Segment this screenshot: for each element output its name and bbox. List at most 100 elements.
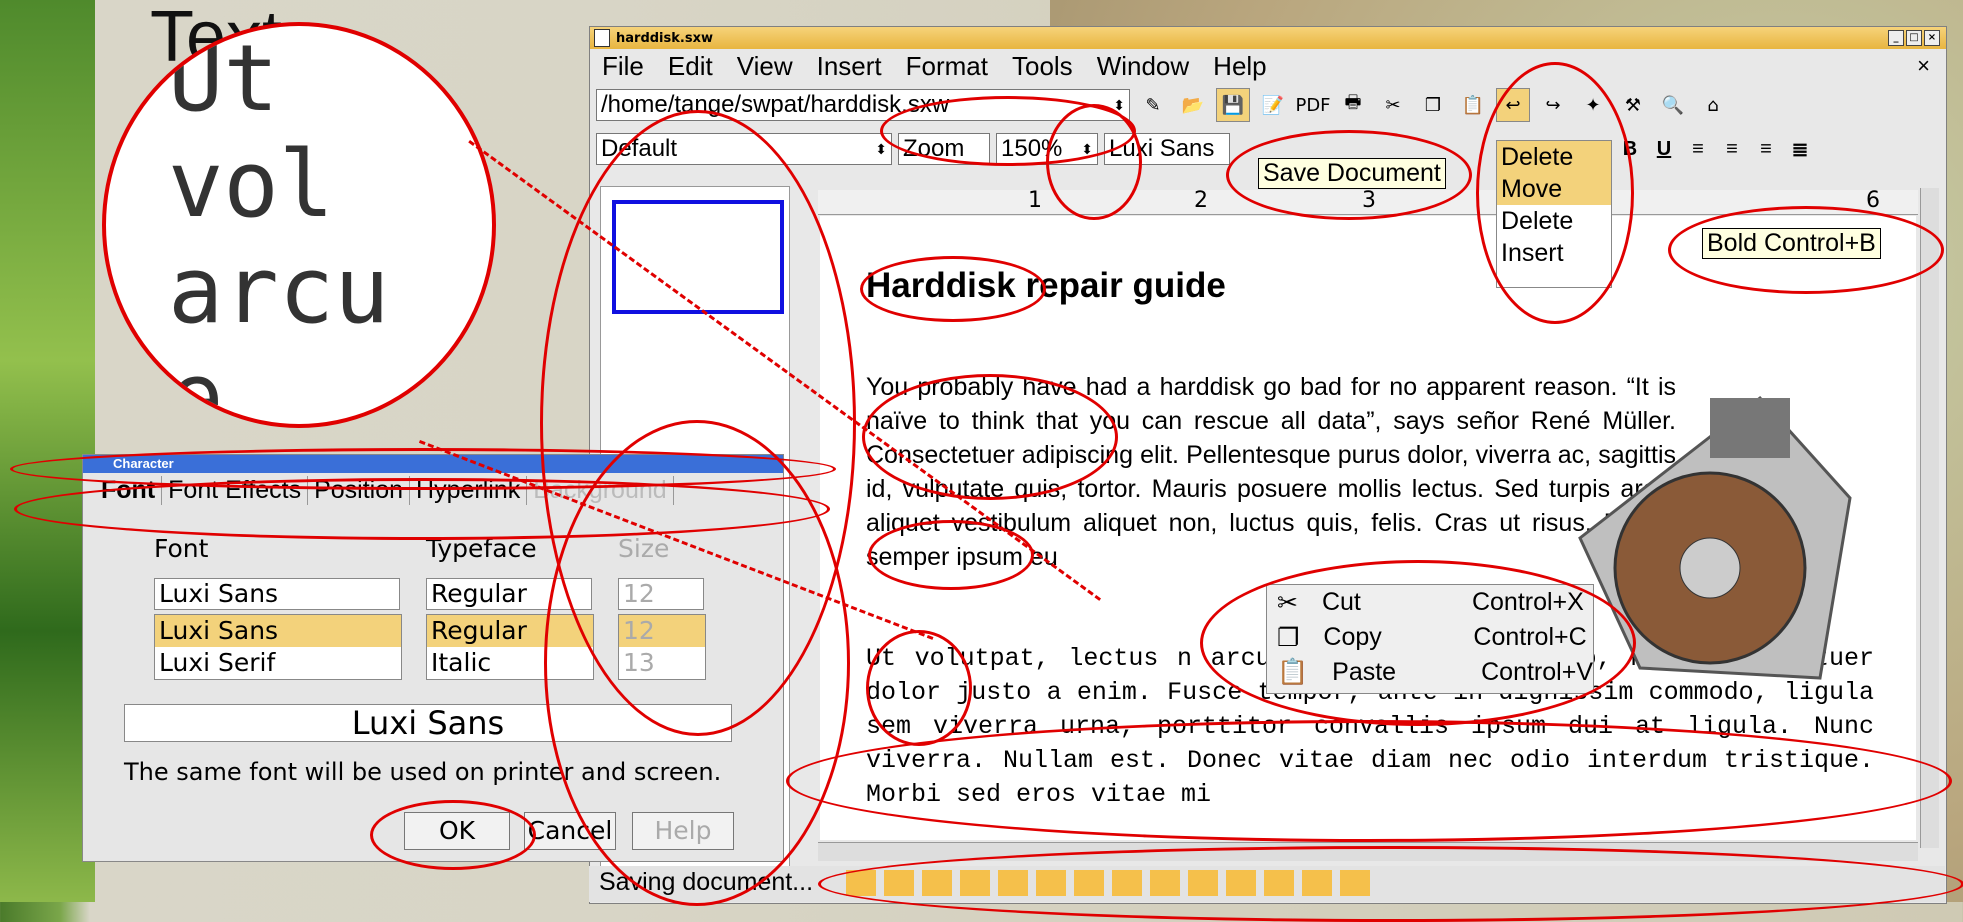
tab-hyperlink[interactable]: Hyperlink [410, 475, 528, 505]
cancel-button[interactable]: Cancel [524, 812, 616, 850]
undo-icon[interactable]: ↩ [1496, 88, 1530, 122]
align-left-icon[interactable]: ≡ [1684, 134, 1712, 164]
paste-icon: 📋 [1277, 658, 1309, 686]
tools-icon[interactable]: ⚒ [1616, 88, 1650, 122]
gallery-icon[interactable]: ⌂ [1696, 88, 1730, 122]
context-copy[interactable]: ❐ Copy Control+C [1267, 620, 1593, 655]
zoom-combo[interactable]: 150% ⬍ [996, 133, 1098, 165]
window-titlebar[interactable]: harddisk.sxw _ □ × [590, 27, 1946, 49]
list-item[interactable]: Italic [427, 647, 593, 679]
tab-position[interactable]: Position [308, 475, 411, 505]
typeface-label: Typeface [426, 534, 537, 563]
font-value: Luxi Sans [1109, 135, 1215, 162]
close-document-icon[interactable]: × [1917, 53, 1930, 79]
list-item[interactable]: 13 [619, 647, 705, 679]
cut-icon[interactable]: ✂ [1376, 88, 1410, 122]
copy-icon[interactable]: ❐ [1416, 88, 1450, 122]
menu-insert[interactable]: Insert [805, 51, 894, 82]
font-preview: Luxi Sans [124, 704, 732, 742]
context-shortcut: Control+X [1471, 588, 1584, 616]
vertical-scrollbar[interactable] [1920, 188, 1939, 848]
zoom-label-combo[interactable]: Zoom [898, 133, 990, 165]
paste-icon[interactable]: 📋 [1456, 88, 1490, 122]
horizontal-ruler[interactable]: 1 2 3 6 [818, 188, 1918, 215]
menu-file[interactable]: File [590, 51, 656, 82]
print-icon[interactable]: 🖶 [1336, 88, 1370, 122]
ok-button[interactable]: OK [404, 812, 510, 850]
zoom-magnifier: Ut vol arcu e dolor [102, 22, 496, 428]
zoom-value: 150% [1001, 135, 1063, 162]
path-value: /home/tange/swpat/harddisk.sxw [601, 91, 950, 118]
font-list[interactable]: Luxi Sans Luxi Serif [154, 614, 402, 680]
edit-file-icon[interactable]: ✎ [1136, 88, 1170, 122]
menu-edit[interactable]: Edit [656, 51, 725, 82]
list-item[interactable]: Regular [427, 615, 593, 647]
dropdown-item[interactable]: Delete [1497, 141, 1611, 173]
tab-font-effects[interactable]: Font Effects [162, 475, 309, 505]
underline-icon[interactable]: U [1650, 134, 1678, 164]
menu-tools[interactable]: Tools [1000, 51, 1085, 82]
justify-icon[interactable]: ≣ [1786, 134, 1814, 164]
undo-dropdown[interactable]: Delete Move Delete Insert [1496, 140, 1612, 288]
save-icon[interactable]: 💾 [1216, 88, 1250, 122]
font-input[interactable]: Luxi Sans [154, 578, 400, 610]
typeface-input[interactable]: Regular [426, 578, 592, 610]
size-list[interactable]: 12 13 [618, 614, 706, 680]
list-item[interactable]: 12 [619, 615, 705, 647]
horizontal-scrollbar[interactable] [818, 842, 1918, 861]
dialog-title[interactable]: Character [83, 455, 783, 473]
font-combo[interactable]: Luxi Sans [1104, 133, 1230, 165]
page-thumbnail[interactable] [612, 200, 784, 314]
context-label: Cut [1321, 588, 1361, 616]
chevron-down-icon[interactable]: ⬍ [1081, 134, 1093, 164]
save-progress-bar [846, 870, 1370, 896]
dropdown-item[interactable]: Move [1497, 173, 1611, 205]
function-toolbar: /home/tange/swpat/harddisk.sxw ⬍ ✎ 📂 💾 📝 … [590, 83, 1946, 127]
align-center-icon[interactable]: ≡ [1718, 134, 1746, 164]
chevron-down-icon[interactable]: ⬍ [875, 134, 887, 164]
ruler-mark-6: 6 [1866, 188, 1880, 213]
list-item[interactable]: Luxi Sans [155, 615, 401, 647]
tab-font[interactable]: Font [95, 475, 163, 505]
bold-tooltip: Bold Control+B [1702, 228, 1881, 259]
copy-icon: ❐ [1277, 623, 1300, 652]
edit-doc-icon[interactable]: 📝 [1256, 88, 1290, 122]
window-title: harddisk.sxw [616, 30, 713, 46]
menu-view[interactable]: View [725, 51, 805, 82]
maximize-button[interactable]: □ [1906, 30, 1922, 46]
list-item[interactable]: Luxi Serif [155, 647, 401, 679]
menu-help[interactable]: Help [1201, 51, 1278, 82]
document-icon [594, 29, 610, 47]
document-heading[interactable]: Harddisk repair guide [866, 266, 1226, 306]
help-button[interactable]: Help [632, 812, 734, 850]
size-input[interactable]: 12 [618, 578, 704, 610]
find-icon[interactable]: 🔍 [1656, 88, 1690, 122]
open-icon[interactable]: 📂 [1176, 88, 1210, 122]
chevron-down-icon[interactable]: ⬍ [1113, 90, 1125, 120]
dialog-tabs: Font Font Effects Position Hyperlink Bac… [83, 473, 783, 507]
bold-icon[interactable]: B [1616, 134, 1644, 164]
context-shortcut: Control+V [1481, 658, 1593, 686]
menu-format[interactable]: Format [894, 51, 1000, 82]
save-tooltip: Save Document [1258, 158, 1446, 189]
navigator-icon[interactable]: ✦ [1576, 88, 1610, 122]
dropdown-item[interactable]: Insert [1497, 237, 1611, 269]
context-cut[interactable]: ✂ Cut Control+X [1267, 585, 1593, 620]
dropdown-item[interactable]: Delete [1497, 205, 1611, 237]
context-menu: ✂ Cut Control+X ❐ Copy Control+C 📋 Paste Contr… [1266, 584, 1594, 694]
export-pdf-icon[interactable]: PDF [1295, 88, 1330, 122]
context-label: Paste [1332, 658, 1397, 686]
minimize-button[interactable]: _ [1888, 30, 1904, 46]
redo-icon[interactable]: ↪ [1536, 88, 1570, 122]
context-shortcut: Control+C [1473, 623, 1587, 651]
paragraph-style-combo[interactable]: Default ⬍ [596, 133, 892, 165]
font-note: The same font will be used on printer an… [124, 758, 722, 786]
align-right-icon[interactable]: ≡ [1752, 134, 1780, 164]
menu-window[interactable]: Window [1085, 51, 1201, 82]
context-paste[interactable]: 📋 Paste Control+V [1267, 655, 1593, 690]
close-button[interactable]: × [1924, 30, 1940, 46]
menubar: File Edit View Insert Format Tools Windo… [590, 49, 1946, 83]
typeface-list[interactable]: Regular Italic [426, 614, 594, 680]
paragraph-1[interactable]: You probably have had a harddisk go bad … [866, 370, 1676, 574]
path-combobox[interactable]: /home/tange/swpat/harddisk.sxw ⬍ [596, 89, 1130, 121]
